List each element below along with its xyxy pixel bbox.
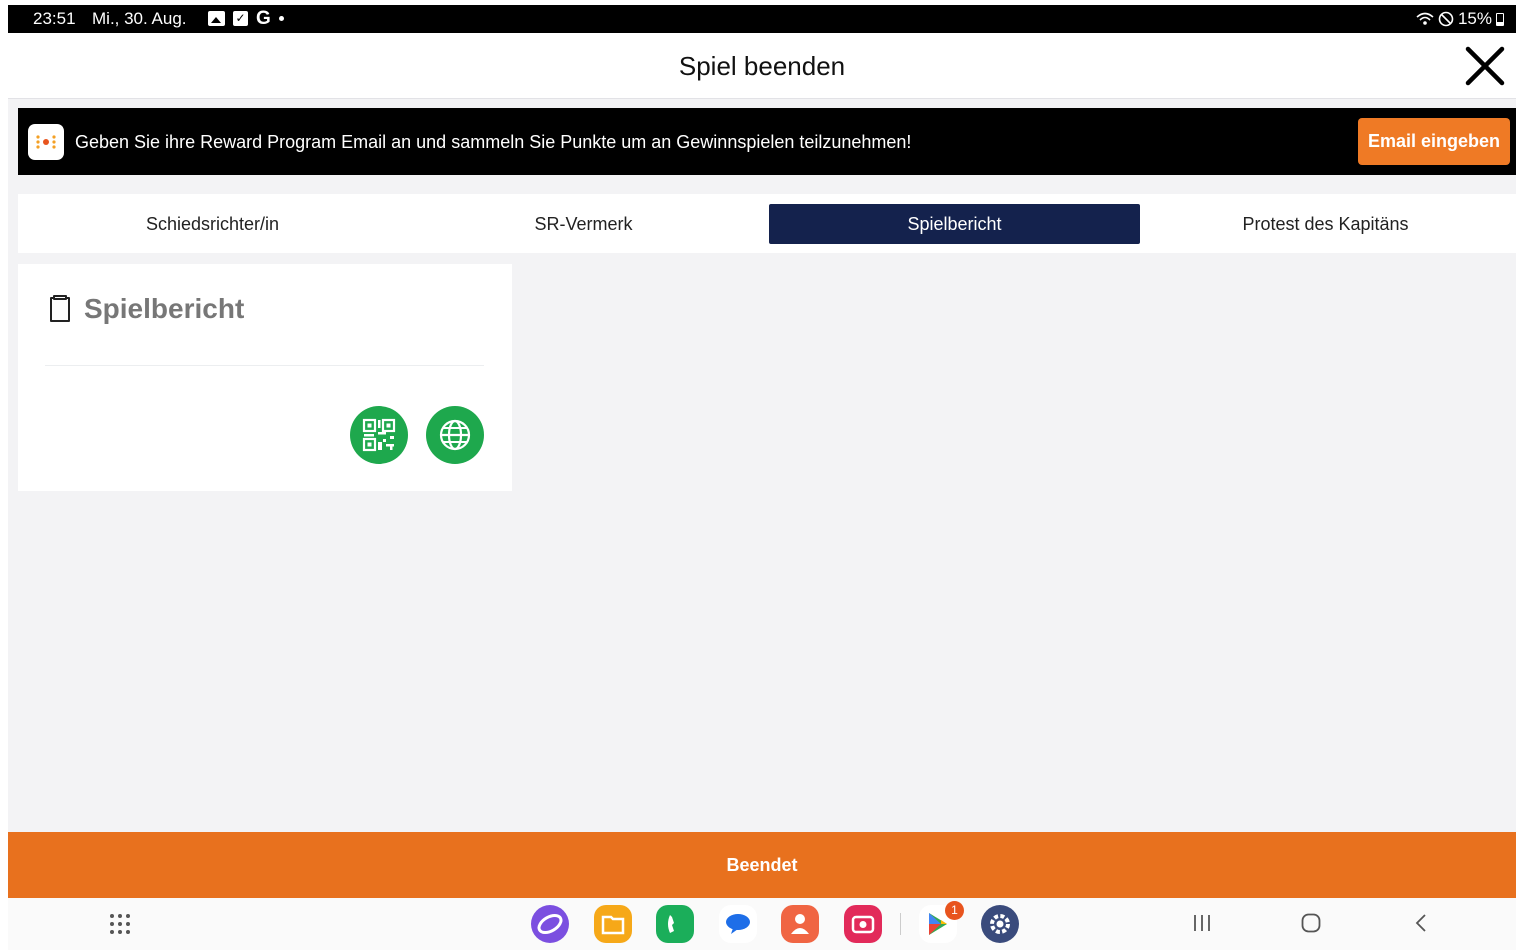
top-header: Spiel beenden bbox=[8, 33, 1516, 99]
back-button[interactable] bbox=[1411, 912, 1433, 939]
battery-percent: 15% bbox=[1457, 9, 1492, 28]
recent-apps-button[interactable] bbox=[1191, 912, 1213, 939]
globe-icon bbox=[439, 419, 471, 451]
gallery-notification-icon bbox=[208, 11, 225, 26]
reward-banner-text: Geben Sie ihre Reward Program Email an u… bbox=[75, 132, 912, 152]
app-drawer-icon[interactable] bbox=[110, 914, 130, 934]
tab-referee-note[interactable]: SR-Vermerk bbox=[398, 204, 769, 244]
close-icon bbox=[1465, 46, 1505, 86]
messages-app-icon[interactable] bbox=[719, 905, 757, 943]
status-time: 23:51 bbox=[33, 9, 76, 28]
settings-app-icon[interactable] bbox=[981, 905, 1019, 943]
contacts-app-icon[interactable] bbox=[781, 905, 819, 943]
close-button[interactable] bbox=[1464, 45, 1506, 87]
tab-captain-protest[interactable]: Protest des Kapitäns bbox=[1140, 204, 1511, 244]
back-icon bbox=[1415, 914, 1426, 932]
status-right: 15% bbox=[1416, 9, 1504, 29]
finished-button[interactable]: Beendet bbox=[8, 832, 1516, 898]
home-icon bbox=[1301, 913, 1321, 933]
qr-code-icon bbox=[362, 418, 396, 452]
play-store-badge: 1 bbox=[945, 901, 964, 920]
card-divider bbox=[45, 365, 484, 366]
status-date: Mi., 30. Aug. bbox=[92, 9, 187, 28]
battery-icon bbox=[1496, 12, 1504, 26]
app-frame: 23:51 Mi., 30. Aug. ✓ G 15% Spiel beende… bbox=[8, 5, 1516, 950]
web-report-button[interactable] bbox=[426, 406, 484, 464]
tab-match-report[interactable]: Spielbericht bbox=[769, 204, 1140, 244]
card-title: Spielbericht bbox=[84, 293, 245, 324]
dock-separator bbox=[900, 913, 901, 935]
reward-banner: Geben Sie ihre Reward Program Email an u… bbox=[18, 108, 1516, 175]
more-notifications-icon bbox=[278, 16, 284, 21]
navigation-bar: 1 bbox=[8, 898, 1516, 950]
checkbox-notification-icon: ✓ bbox=[233, 11, 248, 26]
status-bar: 23:51 Mi., 30. Aug. ✓ G 15% bbox=[8, 5, 1516, 33]
qr-code-button[interactable] bbox=[350, 406, 408, 464]
clipboard-icon bbox=[50, 295, 70, 322]
page-title: Spiel beenden bbox=[678, 51, 846, 81]
internet-app-icon[interactable] bbox=[531, 905, 569, 943]
recent-apps-icon bbox=[1194, 915, 1210, 931]
home-button[interactable] bbox=[1300, 912, 1322, 939]
files-app-icon[interactable] bbox=[594, 905, 632, 943]
tab-referee[interactable]: Schiedsrichter/in bbox=[27, 204, 398, 244]
do-not-disturb-icon bbox=[1438, 11, 1454, 27]
notification-icons: ✓ G bbox=[208, 8, 284, 29]
tab-bar: Schiedsrichter/in SR-Vermerk Spielberich… bbox=[18, 194, 1516, 253]
wifi-icon bbox=[1416, 12, 1434, 25]
camera-app-icon[interactable] bbox=[844, 905, 882, 943]
enter-email-button[interactable]: Email eingeben bbox=[1358, 118, 1510, 165]
google-notification-icon: G bbox=[256, 8, 271, 29]
reward-logo-icon bbox=[28, 124, 64, 160]
phone-app-icon[interactable] bbox=[656, 905, 694, 943]
match-report-card: Spielbericht bbox=[18, 264, 512, 491]
